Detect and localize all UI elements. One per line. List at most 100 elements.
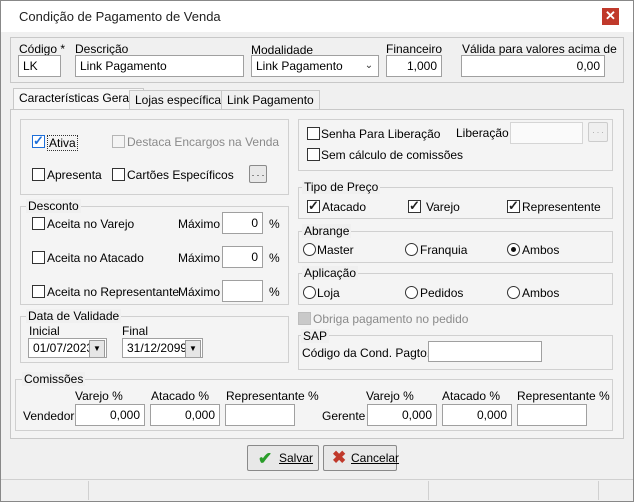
financeiro-label: Financeiro [386,42,443,56]
pedidos-radio[interactable] [405,286,418,299]
close-x-icon: ✖ [332,448,347,467]
vendedor-representante-input[interactable] [225,404,295,426]
gerente-representante-input[interactable] [517,404,587,426]
maximo-varejo-input[interactable]: 0 [222,212,263,234]
senha-liberacao-label: Senha Para Liberação [321,127,441,141]
liberacao-ellipsis-button[interactable]: . . . [588,122,608,142]
aceita-varejo-label: Aceita no Varejo [47,217,135,231]
gerente-atacado-input[interactable]: 0,000 [442,404,512,426]
representente-checkbox[interactable] [507,198,520,214]
general-box [20,119,289,195]
aceita-varejo-checkbox[interactable] [32,217,45,230]
tab-link-pagamento[interactable]: Link Pagamento [221,90,320,110]
atacado-label: Atacado [322,200,367,214]
master-radio[interactable] [303,243,316,256]
vendedor-atacado-input[interactable]: 0,000 [150,404,220,426]
obriga-pagamento-checkbox[interactable] [298,312,311,325]
senha-liberacao-checkbox[interactable] [307,127,320,140]
status-cell [89,481,429,500]
franquia-label: Franquia [420,243,468,257]
final-date-value: 31/12/2099 [127,341,188,355]
cartoes-checkbox[interactable] [112,168,125,181]
aplicacao-title: Aplicação [302,266,359,280]
vendedor-varejo-header: Varejo % [75,389,123,403]
sap-codigo-label: Código da Cond. Pagto. [302,346,431,360]
final-date-input[interactable]: 31/12/2099 ▼ [122,338,203,358]
vendedor-representante-header: Representante % [226,389,319,403]
maximo-representante-input[interactable] [222,280,263,302]
liberacao-input[interactable] [510,122,583,144]
sem-calculo-checkbox[interactable] [307,148,320,161]
atacado-checkbox[interactable] [307,198,320,214]
maximo-representante-label: Máximo [178,285,221,299]
calendar-dropdown-icon[interactable]: ▼ [185,340,201,357]
financeiro-input[interactable]: 1,000 [386,55,442,77]
tab-caracteristicas-gerais[interactable]: Características Gerais [13,88,144,110]
obriga-pagamento-label: Obriga pagamento no pedido [313,312,469,326]
franquia-radio[interactable] [405,243,418,256]
vendedor-atacado-header: Atacado % [151,389,210,403]
cartoes-ellipsis-button[interactable]: . . . [249,165,267,183]
aplicacao-ambos-radio[interactable] [507,286,520,299]
apresenta-checkbox[interactable] [32,168,45,181]
percent-representante: % [269,285,280,299]
save-button[interactable]: ✔ Salvar [247,445,319,471]
descricao-label: Descrição [75,42,129,56]
abrange-ambos-radio[interactable] [507,243,520,256]
modalidade-select[interactable]: Link Pagamento ⌄ [251,55,379,77]
sap-codigo-input[interactable] [428,341,542,362]
codigo-label: Código * [19,42,66,56]
codigo-input[interactable]: LK [18,55,61,77]
cancel-label: Cancelar [351,451,400,465]
master-label: Master [317,243,354,257]
maximo-varejo-label: Máximo [178,217,221,231]
title-bar: Condição de Pagamento de Venda ✕ [1,1,633,32]
tipo-preco-title: Tipo de Preço [302,180,381,194]
cancel-button[interactable]: ✖ Cancelar [323,445,400,471]
abrange-ambos-label: Ambos [522,243,560,257]
gerente-varejo-input[interactable]: 0,000 [367,404,437,426]
desconto-title: Desconto [26,199,81,213]
vendedor-varejo-input[interactable]: 0,000 [75,404,145,426]
tab-lojas-especificas[interactable]: Lojas específicas [129,90,234,110]
cartoes-label: Cartões Específicos [127,168,234,182]
maximo-atacado-label: Máximo [178,251,221,265]
gerente-atacado-header: Atacado % [442,389,501,403]
status-bar [1,479,633,501]
ativa-checkbox[interactable] [32,133,45,149]
aplicacao-ambos-label: Ambos [522,286,560,300]
loja-radio[interactable] [303,286,316,299]
percent-atacado: % [269,251,280,265]
window-title: Condição de Pagamento de Venda [19,9,221,24]
destaca-label: Destaca Encargos na Venda [127,135,280,149]
aceita-atacado-label: Aceita no Atacado [47,251,144,265]
status-cell [429,481,599,500]
maximo-atacado-input[interactable]: 0 [222,246,263,268]
inicial-label: Inicial [29,324,60,338]
comissoes-title: Comissões [22,372,86,386]
abrange-title: Abrange [302,224,352,238]
valida-input[interactable]: 0,00 [461,55,605,77]
valida-label: Válida para valores acima de [462,42,617,56]
percent-varejo: % [269,217,280,231]
varejo-label: Varejo [426,200,460,214]
destaca-checkbox[interactable] [112,135,125,148]
liberacao-label: Liberação [456,126,509,140]
aceita-representante-checkbox[interactable] [32,285,45,298]
ativa-label: Ativa [47,135,78,151]
validade-title: Data de Validade [26,309,122,323]
final-label: Final [122,324,149,338]
checkmark-icon: ✔ [258,449,273,468]
close-button[interactable]: ✕ [602,8,619,25]
payment-condition-window: Condição de Pagamento de Venda ✕ Código … [0,0,634,502]
descricao-input[interactable]: Link Pagamento [75,55,244,77]
gerente-label: Gerente [322,409,366,423]
inicial-date-input[interactable]: 01/07/2023 ▼ [28,338,107,358]
loja-label: Loja [317,286,340,300]
aceita-representante-label: Aceita no Representante [47,285,180,299]
gerente-representante-header: Representante % [517,389,610,403]
gerente-varejo-header: Varejo % [366,389,414,403]
aceita-atacado-checkbox[interactable] [32,251,45,264]
calendar-dropdown-icon[interactable]: ▼ [89,340,105,357]
varejo-checkbox[interactable] [408,198,421,214]
